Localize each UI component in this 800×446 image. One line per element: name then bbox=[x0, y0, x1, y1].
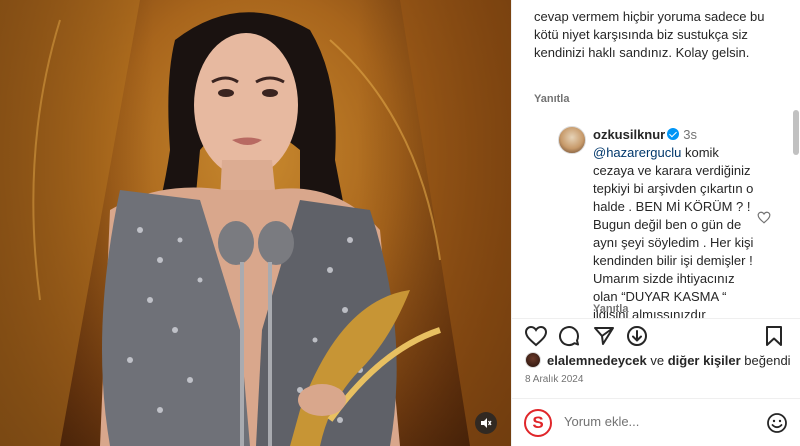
previous-reply-link[interactable]: Yanıtla bbox=[534, 93, 569, 105]
likes-suffix: beğendi bbox=[740, 352, 791, 368]
liker-avatar[interactable] bbox=[525, 352, 541, 368]
comment-like-heart-icon[interactable] bbox=[757, 211, 771, 224]
verified-badge-icon bbox=[667, 128, 680, 140]
instagram-post-view: cevap vermem hiçbir yoruma sadece bu köt… bbox=[0, 0, 800, 446]
post-video[interactable] bbox=[0, 0, 511, 446]
comment-body: ozkusilknur 3s @hazarerguclu komik cezaya… bbox=[593, 126, 759, 318]
comment-time[interactable]: 3s bbox=[683, 127, 697, 142]
heart-icon[interactable] bbox=[524, 325, 548, 347]
previous-comment-text: cevap vermem hiçbir yoruma sadece bu köt… bbox=[534, 9, 765, 60]
download-circle-icon[interactable] bbox=[626, 325, 648, 347]
comments-scrollbar[interactable] bbox=[793, 0, 799, 318]
liker-username[interactable]: elalemnedeycek bbox=[547, 353, 647, 368]
current-user-avatar[interactable]: S bbox=[524, 409, 552, 437]
comment-text: komik cezaya ve karara verdiğiniz tepkiy… bbox=[593, 145, 754, 318]
post-date[interactable]: 8 Aralık 2024 bbox=[525, 374, 583, 385]
video-frame-illustration bbox=[0, 0, 511, 446]
likes-connector: ve bbox=[646, 352, 668, 368]
comments-list[interactable]: cevap vermem hiçbir yoruma sadece bu köt… bbox=[512, 0, 800, 318]
mute-button[interactable] bbox=[475, 412, 497, 434]
likes-others-link[interactable]: diğer kişiler bbox=[668, 353, 741, 368]
emoji-icon[interactable] bbox=[766, 412, 788, 434]
share-icon[interactable] bbox=[593, 325, 615, 347]
comment-username[interactable]: ozkusilknur bbox=[593, 127, 665, 142]
comment-icon[interactable] bbox=[558, 325, 580, 347]
likes-summary: elalemnedeycek ve diğer kişiler beğendi bbox=[525, 352, 791, 368]
post-sidebar: cevap vermem hiçbir yoruma sadece bu köt… bbox=[511, 0, 800, 446]
comment-text-block: ozkusilknur 3s @hazarerguclu komik cezaya… bbox=[593, 126, 759, 318]
bookmark-icon[interactable] bbox=[764, 325, 784, 347]
comment-reply-link[interactable]: Yanıtla bbox=[593, 303, 628, 315]
scrollbar-thumb[interactable] bbox=[793, 110, 799, 155]
comment-mention[interactable]: @hazarerguclu bbox=[593, 145, 681, 160]
mute-icon bbox=[481, 418, 492, 428]
comment-input[interactable]: Yorum ekle... bbox=[564, 414, 639, 429]
comment-composer: S Yorum ekle... bbox=[512, 398, 800, 446]
comment-avatar[interactable] bbox=[558, 126, 586, 154]
